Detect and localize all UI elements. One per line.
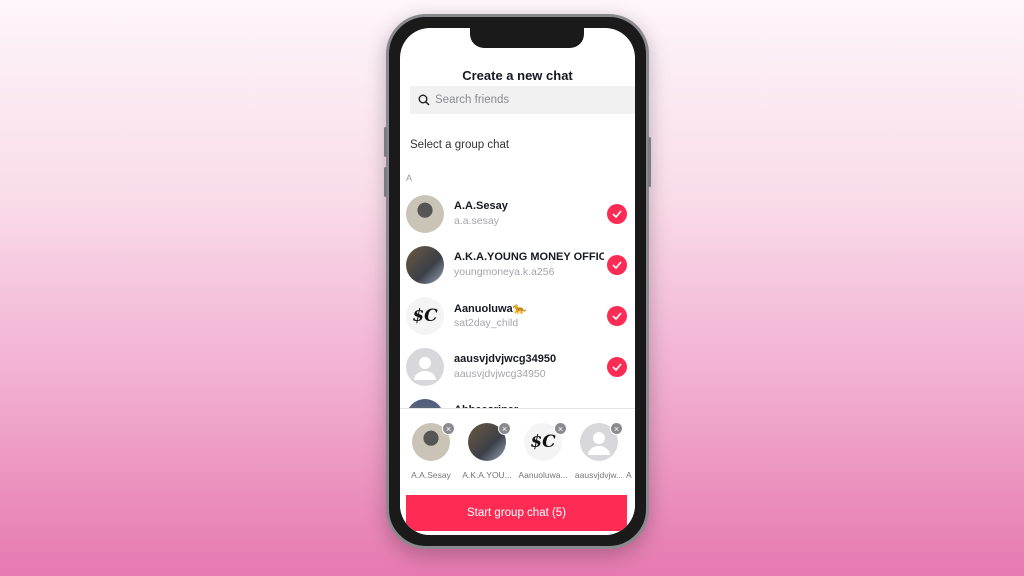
selected-contact[interactable]: A — [626, 423, 635, 480]
contact-username: sat2day_child — [454, 317, 519, 329]
contact-name: aausvjdvjwcg34950 — [454, 353, 557, 365]
selected-label: A — [626, 470, 632, 480]
remove-icon[interactable]: × — [442, 422, 455, 435]
contact-row[interactable]: A.K.A.YOUNG MONEY OFFICIAL youngmoneya.k… — [406, 246, 631, 290]
checkmark-icon[interactable] — [607, 306, 627, 326]
checkmark-icon[interactable] — [607, 204, 627, 224]
selected-label: A.A.Sesay — [411, 470, 451, 480]
contact-username: a.a.sesay — [454, 215, 499, 227]
selected-tray: × A.A.Sesay × A.K.A.YOU... $C × Aanuoluwa...… — [400, 408, 635, 535]
index-letter: A — [406, 173, 413, 183]
default-avatar-icon — [406, 348, 444, 386]
search-input[interactable]: Search friends — [410, 86, 635, 114]
remove-icon[interactable]: × — [610, 422, 623, 435]
contact-username: aausvjdvjwcg34950 — [454, 368, 546, 380]
search-icon — [418, 94, 430, 106]
selected-label: A.K.A.YOU... — [462, 470, 512, 480]
screen: Create a new chat Search friends Select … — [400, 28, 635, 535]
selected-label: Aanuoluwa... — [518, 470, 568, 480]
volume-button — [384, 127, 387, 157]
section-label: Select a group chat — [410, 139, 510, 151]
selected-contact[interactable]: × aausvjdvjw... — [571, 422, 627, 480]
checkmark-icon[interactable] — [607, 255, 627, 275]
contact-row[interactable]: $C Aanuoluwa🐆 sat2day_child — [406, 297, 631, 341]
selected-contact[interactable]: × A.K.A.YOU... — [459, 422, 515, 480]
start-group-chat-button[interactable]: Start group chat (5) — [406, 495, 627, 531]
page-title: Create a new chat — [462, 68, 573, 83]
phone-frame: Create a new chat Search friends Select … — [384, 14, 651, 549]
avatar — [406, 246, 444, 284]
volume-button — [384, 167, 387, 197]
notch — [470, 28, 584, 48]
selected-contact[interactable]: × A.A.Sesay — [403, 422, 459, 480]
power-button — [648, 137, 651, 187]
contact-name: Aanuoluwa🐆 — [454, 303, 527, 315]
avatar — [406, 195, 444, 233]
checkmark-icon[interactable] — [607, 357, 627, 377]
remove-icon[interactable]: × — [498, 422, 511, 435]
contact-row[interactable]: aausvjdvjwcg34950 aausvjdvjwcg34950 — [406, 348, 631, 392]
contact-name: A.K.A.YOUNG MONEY OFFICIAL — [454, 251, 604, 263]
selected-label: aausvjdvjw... — [574, 470, 624, 480]
avatar: $C — [406, 297, 444, 335]
contact-username: youngmoneya.k.a256 — [454, 266, 555, 278]
contact-row[interactable]: A.A.Sesay a.a.sesay — [406, 195, 631, 239]
selected-contact[interactable]: $C × Aanuoluwa... — [515, 422, 571, 480]
search-placeholder: Search friends — [435, 94, 510, 106]
remove-icon[interactable]: × — [554, 422, 567, 435]
contact-name: A.A.Sesay — [454, 200, 508, 212]
